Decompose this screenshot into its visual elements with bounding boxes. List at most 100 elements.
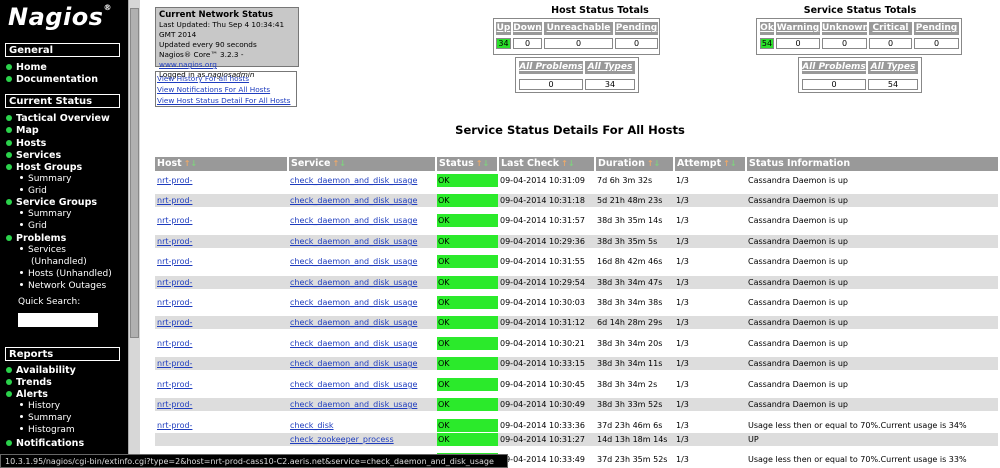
bullet-icon <box>20 247 23 250</box>
col-header-duration[interactable]: Duration ↑↓ <box>596 157 673 171</box>
host-cell[interactable]: nrt-prod- <box>156 337 288 350</box>
sort-arrows-icon[interactable]: ↑↓ <box>184 159 197 168</box>
nav-item-notifications[interactable]: Notifications <box>6 438 84 449</box>
nav-item-tactical-overview[interactable]: Tactical Overview <box>6 113 110 124</box>
service-cell[interactable]: check_daemon_and_disk_usage <box>289 214 436 227</box>
host-th-all-types[interactable]: All Types <box>585 61 635 74</box>
nav-head-general: General <box>5 43 120 57</box>
link-view-history[interactable]: View History For all hosts <box>157 73 295 84</box>
nav-item-home[interactable]: Home <box>6 62 47 73</box>
host-cell[interactable]: nrt-prod- <box>156 235 288 248</box>
host-th-up[interactable]: Up <box>496 22 511 35</box>
nav-item-service-groups[interactable]: Service Groups <box>6 197 97 208</box>
host-th-pending[interactable]: Pending <box>615 22 658 35</box>
nav-sub-alerts-history[interactable]: History <box>20 401 60 412</box>
sidebar: Nagios® General Home Documentation Curre… <box>0 0 128 468</box>
host-th-unreachable[interactable]: Unreachable <box>544 22 613 35</box>
attempt-cell: 1/3 <box>676 196 689 205</box>
svc-th-critical[interactable]: Critical <box>869 22 912 35</box>
nav-sub-sg-grid[interactable]: Grid <box>20 221 47 232</box>
link-view-host-detail[interactable]: View Host Status Detail For All Hosts <box>157 95 295 106</box>
last-check-cell: 09-04-2014 10:29:36 <box>500 237 585 246</box>
nav-item-alerts[interactable]: Alerts <box>6 389 48 400</box>
nav-sub-sg-summary[interactable]: Summary <box>20 209 72 220</box>
host-th-all-problems[interactable]: All Problems <box>519 61 583 74</box>
host-cell[interactable]: nrt-prod- <box>156 357 288 370</box>
svc-th-all-types[interactable]: All Types <box>868 61 918 74</box>
duration-cell: 38d 3h 35m 5s <box>597 237 658 246</box>
last-check-cell: 09-04-2014 10:30:49 <box>500 400 585 409</box>
nav-sub-network-outages[interactable]: Network Outages <box>20 281 106 292</box>
nav-item-problems[interactable]: Problems <box>6 233 66 244</box>
sort-arrows-icon[interactable]: ↑↓ <box>333 159 346 168</box>
duration-cell: 38d 3h 34m 11s <box>597 359 663 368</box>
service-cell[interactable]: check_daemon_and_disk_usage <box>289 337 436 350</box>
nav-item-trends[interactable]: Trends <box>6 377 52 388</box>
service-cell[interactable]: check_daemon_and_disk_usage <box>289 357 436 370</box>
host-cell[interactable]: nrt-prod- <box>156 214 288 227</box>
table-row: nrt-prod-check_daemon_and_disk_usage OK 09… <box>155 316 998 329</box>
nav-item-hosts[interactable]: Hosts <box>6 138 46 149</box>
nagios-logo[interactable]: Nagios® <box>8 3 112 31</box>
service-cell[interactable]: check_daemon_and_disk_usage <box>289 235 436 248</box>
host-cell[interactable]: nrt-prod- <box>156 174 288 187</box>
host-cell[interactable]: nrt-prod- <box>156 276 288 289</box>
nav-sub-services-unhandled[interactable]: Services <box>20 245 66 256</box>
service-cell[interactable]: check_daemon_and_disk_usage <box>289 296 436 309</box>
service-cell[interactable]: check_daemon_and_disk_usage <box>289 255 436 268</box>
host-cell[interactable]: nrt-prod- <box>156 398 288 411</box>
sort-arrows-icon[interactable]: ↑↓ <box>476 159 489 168</box>
host-cell[interactable]: nrt-prod- <box>156 255 288 268</box>
nav-sub-unhandled-label[interactable]: (Unhandled) <box>31 257 87 268</box>
scrollbar-thumb[interactable] <box>130 8 139 338</box>
sort-arrows-icon[interactable]: ↑↓ <box>647 159 660 168</box>
host-cell[interactable]: nrt-prod- <box>156 419 288 432</box>
status-cell: OK <box>437 357 498 370</box>
svc-th-pending[interactable]: Pending <box>914 22 959 35</box>
col-header-host[interactable]: Host ↑↓ <box>155 157 287 171</box>
nav-item-documentation[interactable]: Documentation <box>6 74 98 85</box>
service-cell[interactable]: check_daemon_and_disk_usage <box>289 398 436 411</box>
nav-sub-hg-grid[interactable]: Grid <box>20 186 47 197</box>
host-cell[interactable]: nrt-prod- <box>156 378 288 391</box>
quick-search-input[interactable] <box>18 313 98 327</box>
sort-arrows-icon[interactable]: ↑↓ <box>723 159 736 168</box>
host-th-down[interactable]: Down <box>513 22 542 35</box>
link-view-notifications[interactable]: View Notifications For All Hosts <box>157 84 295 95</box>
col-header-last-check[interactable]: Last Check ↑↓ <box>499 157 594 171</box>
sort-arrows-icon[interactable]: ↑↓ <box>561 159 574 168</box>
nav-item-services[interactable]: Services <box>6 150 61 161</box>
nav-sub-alerts-histogram[interactable]: Histogram <box>20 425 75 436</box>
svc-all-problems-count: 0 <box>802 79 866 90</box>
col-header-attempt[interactable]: Attempt ↑↓ <box>675 157 745 171</box>
svc-th-warning[interactable]: Warning <box>776 22 820 35</box>
svc-th-unknown[interactable]: Unknown <box>822 22 869 35</box>
svc-th-all-problems[interactable]: All Problems <box>802 61 866 74</box>
nav-sub-hg-summary[interactable]: Summary <box>20 174 72 185</box>
host-cell[interactable]: nrt-prod- <box>156 194 288 207</box>
nav-item-host-groups[interactable]: Host Groups <box>6 162 82 173</box>
quick-search-label: Quick Search: <box>18 297 81 307</box>
service-cell[interactable]: check_daemon_and_disk_usage <box>289 316 436 329</box>
duration-cell: 14d 13h 18m 14s <box>597 435 668 444</box>
duration-cell: 16d 8h 42m 46s <box>597 257 663 266</box>
nav-item-map[interactable]: Map <box>6 125 39 136</box>
col-header-status[interactable]: Status ↑↓ <box>437 157 497 171</box>
nav-sub-hosts-unhandled[interactable]: Hosts (Unhandled) <box>20 269 112 280</box>
nav-item-availability[interactable]: Availability <box>6 365 76 376</box>
host-unreachable-count: 0 <box>544 38 613 49</box>
service-cell[interactable]: check_zookeeper_process <box>289 433 436 446</box>
host-cell[interactable]: nrt-prod- <box>156 296 288 309</box>
nav-sub-alerts-summary[interactable]: Summary <box>20 413 72 424</box>
sidebar-scrollbar[interactable] <box>128 0 140 468</box>
svc-th-ok[interactable]: Ok <box>760 22 774 35</box>
service-cell[interactable]: check_daemon_and_disk_usage <box>289 378 436 391</box>
col-header-service[interactable]: Service ↑↓ <box>289 157 435 171</box>
nagios-org-link[interactable]: www.nagios.org <box>159 60 217 69</box>
service-cell[interactable]: check_daemon_and_disk_usage <box>289 194 436 207</box>
service-cell[interactable]: check_disk <box>289 419 436 432</box>
bullet-icon <box>6 139 12 146</box>
host-cell[interactable]: nrt-prod- <box>156 316 288 329</box>
service-cell[interactable]: check_daemon_and_disk_usage <box>289 276 436 289</box>
service-cell[interactable]: check_daemon_and_disk_usage <box>289 174 436 187</box>
